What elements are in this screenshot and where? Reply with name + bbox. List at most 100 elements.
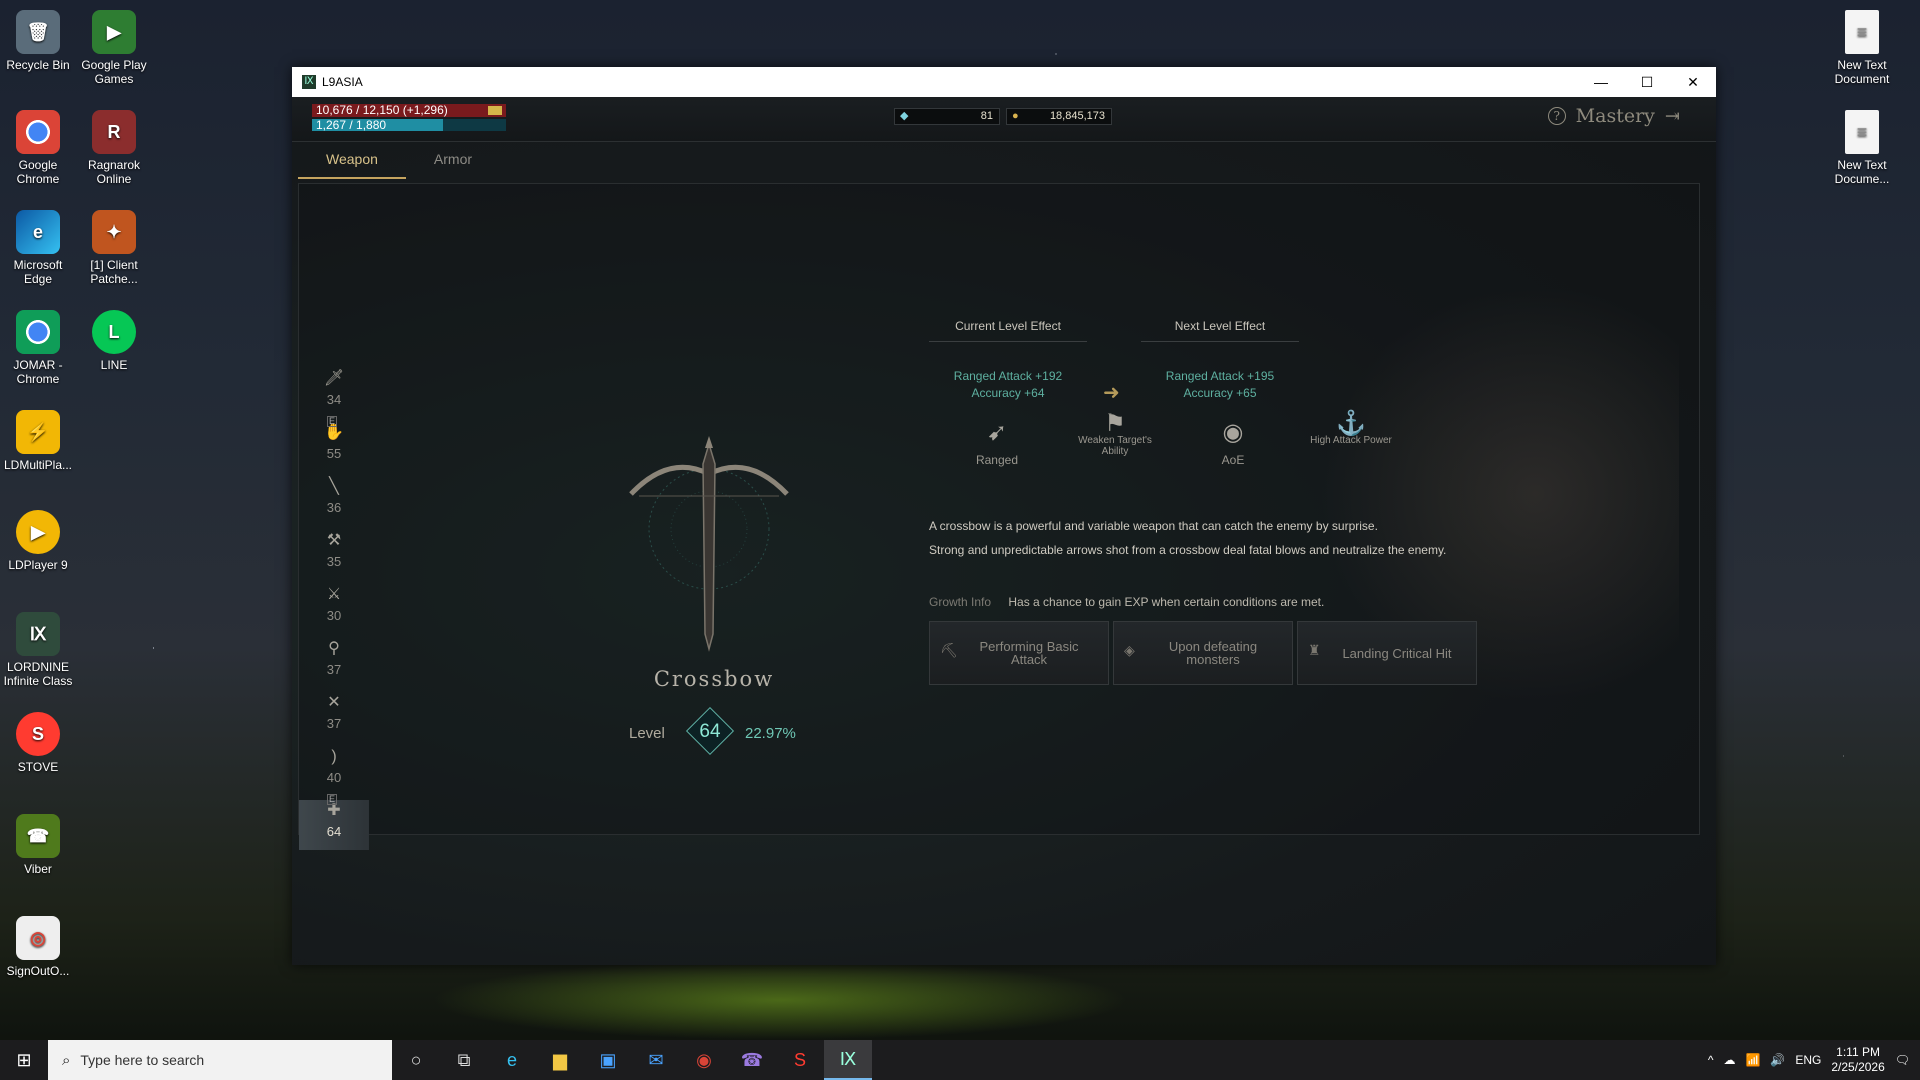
diamond-amount: 81 xyxy=(980,110,993,122)
current-effect-line: Ranged Attack +192 xyxy=(953,369,1063,383)
weapon-item-dual-blade[interactable]: ✕ 37 xyxy=(299,692,369,742)
desktop-icon-signouto[interactable]: ◎ SignOutO... xyxy=(0,916,76,978)
attribute-weaken-target: ⚑ Weaken Target's Ability xyxy=(1067,412,1163,458)
desktop-icon-new-text-document[interactable]: ≡ New Text Document xyxy=(1824,10,1900,86)
desktop-icon-line[interactable]: L LINE xyxy=(76,310,152,372)
desktop-icon-label: Google Chrome xyxy=(16,158,60,186)
desktop-icon-label: Google Play Games xyxy=(81,58,147,86)
weapon-item-spear[interactable]: ╲ 36 xyxy=(299,476,369,526)
chevron-up-icon[interactable]: ^ xyxy=(1708,1053,1714,1067)
weapon-item-sword[interactable]: ⚔ 30 xyxy=(299,584,369,634)
wallpaper-glow xyxy=(430,960,1130,1040)
growth-condition-critical-hit[interactable]: ♜ Landing Critical Hit xyxy=(1297,621,1477,685)
current-level-effect: Ranged Attack +192 Accuracy +64 xyxy=(929,368,1087,402)
taskbar-file-explorer[interactable]: ▆ xyxy=(536,1040,584,1080)
language-indicator[interactable]: ENG xyxy=(1795,1053,1821,1067)
desktop-icon-label: LINE xyxy=(100,358,128,372)
desktop-icon-google-chrome[interactable]: Google Chrome xyxy=(0,110,76,186)
weapon-level: 34 xyxy=(326,392,342,407)
axe-icon: ⚒ xyxy=(326,532,342,549)
taskbar-lordnine[interactable]: Ⅸ xyxy=(824,1040,872,1080)
weapon-item-crossbow[interactable]: E ✚ 64 xyxy=(299,794,369,850)
text-document-icon: ≡ xyxy=(1845,10,1879,54)
ldplayer-icon: ▶ xyxy=(16,510,60,554)
dagger-icon: 🗡 xyxy=(323,370,345,387)
clock-date: 2/25/2026 xyxy=(1831,1060,1885,1074)
next-level-effect: Ranged Attack +195 Accuracy +65 xyxy=(1141,368,1299,402)
tab-armor[interactable]: Armor xyxy=(406,143,500,179)
hp-text: 10,676 / 12,150 (+1,296) xyxy=(316,103,448,117)
task-view-button[interactable]: ⧉ xyxy=(440,1040,488,1080)
clock[interactable]: 1:11 PM 2/25/2026 xyxy=(1831,1045,1884,1075)
taskbar-mail[interactable]: ✉ xyxy=(632,1040,680,1080)
mastery-level: Level 64 22.97% xyxy=(609,706,809,756)
weapon-item-claw[interactable]: E ✋ 55 xyxy=(299,416,369,472)
weapon-item-bow[interactable]: ) 40 xyxy=(299,746,369,796)
notification-icon[interactable]: 🗨 xyxy=(1895,1053,1910,1067)
start-button[interactable]: ⊞ xyxy=(0,1040,48,1080)
weapon-level: 37 xyxy=(326,662,342,677)
desktop-icon-lordnine[interactable]: Ⅸ LORDNINE Infinite Class xyxy=(0,612,76,688)
desktop-icon-client-patcher[interactable]: ✦ [1] Client Patche... xyxy=(76,210,152,286)
cortana-button[interactable]: ○ xyxy=(392,1040,440,1080)
bow-icon: ) xyxy=(331,748,337,765)
taskbar-stove[interactable]: S xyxy=(776,1040,824,1080)
desktop-icon-viber[interactable]: ☎ Viber xyxy=(0,814,76,876)
search-icon: ⌕ xyxy=(62,1051,71,1069)
exit-icon[interactable]: ⇥ xyxy=(1665,106,1680,127)
weapon-item-dagger[interactable]: 🗡 34 xyxy=(299,368,369,418)
edge-icon: e xyxy=(506,1049,517,1070)
desktop-icon-ldmultiplayer[interactable]: ⚡ LDMultiPla... xyxy=(0,410,76,472)
growth-condition-label: Landing Critical Hit xyxy=(1342,645,1452,661)
help-icon[interactable]: ? xyxy=(1547,107,1566,125)
maximize-button[interactable]: ☐ xyxy=(1624,74,1670,91)
minimize-button[interactable]: — xyxy=(1578,74,1624,91)
attribute-aoe: ◉ AoE xyxy=(1185,418,1281,467)
volume-icon[interactable]: 🔊 xyxy=(1770,1053,1785,1067)
desktop-icon-label: New Text Document xyxy=(1834,58,1890,86)
desktop-icon-label: New Text Docume... xyxy=(1834,158,1890,186)
gold-currency: ● 18,845,173 xyxy=(1006,108,1112,125)
taskbar-viber[interactable]: ☎ xyxy=(728,1040,776,1080)
desktop-icon-ldplayer[interactable]: ▶ LDPlayer 9 xyxy=(0,510,76,572)
mp-text: 1,267 / 1,880 xyxy=(316,118,387,132)
desktop-icon-label: JOMAR - Chrome xyxy=(13,358,63,386)
window-titlebar[interactable]: Ⅸ L9ASIA — ☐ ✕ xyxy=(292,67,1716,97)
mastery-tabs: Weapon Armor xyxy=(298,143,500,179)
close-button[interactable]: ✕ xyxy=(1670,74,1716,91)
desktop-icon-microsoft-edge[interactable]: e Microsoft Edge xyxy=(0,210,76,286)
desktop-icon-google-play-games[interactable]: ▶ Google Play Games xyxy=(76,10,152,86)
taskbar-store[interactable]: ▣ xyxy=(584,1040,632,1080)
tab-weapon[interactable]: Weapon xyxy=(298,143,406,179)
gold-amount: 18,845,173 xyxy=(1049,110,1105,122)
edge-icon: e xyxy=(16,210,60,254)
crossbow-illustration xyxy=(629,436,789,652)
growth-condition-basic-attack[interactable]: ⛏ Performing Basic Attack xyxy=(929,621,1109,685)
gold-coin-icon: ● xyxy=(1012,110,1019,122)
wand-icon: ⚲ xyxy=(328,640,340,657)
ldmultiplayer-icon: ⚡ xyxy=(16,410,60,454)
onedrive-icon[interactable]: ☁ xyxy=(1723,1053,1735,1067)
equipped-badge: E xyxy=(327,794,337,805)
desktop-icon-label: LDPlayer 9 xyxy=(8,558,68,572)
weapon-item-wand[interactable]: ⚲ 37 xyxy=(299,638,369,688)
window-title: L9ASIA xyxy=(322,75,363,89)
page-title: Mastery xyxy=(1575,105,1655,127)
weapon-level: 30 xyxy=(326,608,342,623)
weapon-item-axe[interactable]: ⚒ 35 xyxy=(299,530,369,580)
growth-condition-defeat-monsters[interactable]: ◈ Upon defeating monsters xyxy=(1113,621,1293,685)
chrome-icon xyxy=(16,110,60,154)
taskbar-chrome[interactable]: ◉ xyxy=(680,1040,728,1080)
wifi-icon[interactable]: 📶 xyxy=(1745,1053,1760,1067)
desktop-icon-new-text-document-2[interactable]: ≡ New Text Docume... xyxy=(1824,110,1900,186)
weapon-name: Crossbow xyxy=(653,667,775,691)
taskbar-search[interactable]: ⌕ Type here to search xyxy=(48,1040,392,1080)
hp-shield-indicator xyxy=(488,106,502,115)
desktop-icon-jomar-chrome[interactable]: JOMAR - Chrome xyxy=(0,310,76,386)
desktop-icon-label: LORDNINE Infinite Class xyxy=(3,660,73,688)
desktop-icon-ragnarok-online[interactable]: R Ragnarok Online xyxy=(76,110,152,186)
desktop-icon-label: SignOutO... xyxy=(6,964,70,978)
desktop-icon-stove[interactable]: S STOVE xyxy=(0,712,76,774)
desktop-icon-recycle-bin[interactable]: 🗑 Recycle Bin xyxy=(0,10,76,72)
taskbar-edge[interactable]: e xyxy=(488,1040,536,1080)
